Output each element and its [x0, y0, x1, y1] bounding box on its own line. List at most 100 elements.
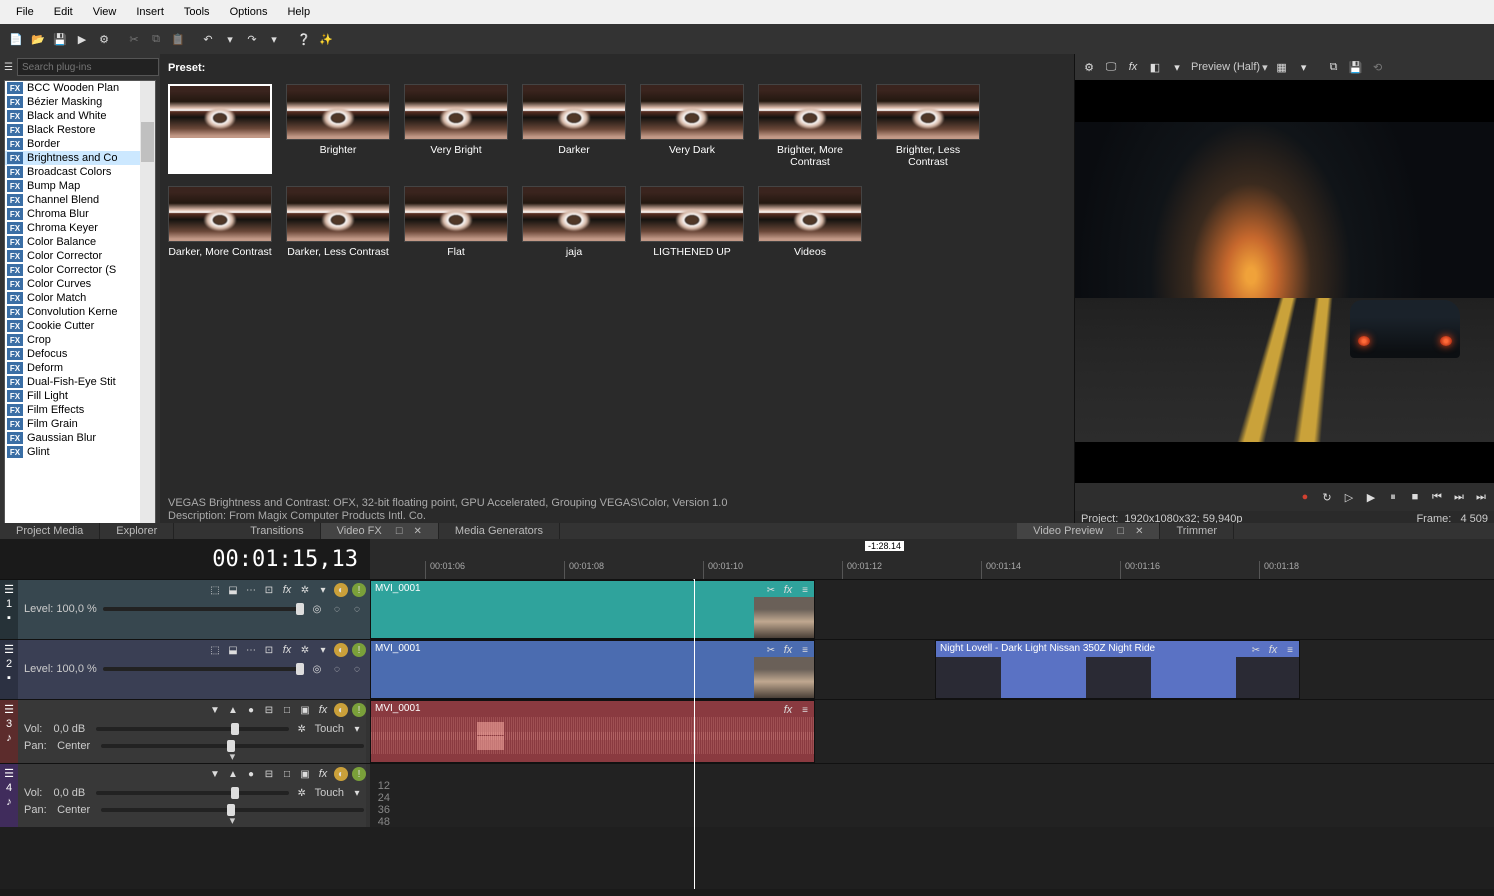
- fx-item[interactable]: FXFill Light: [5, 389, 140, 403]
- track-fx-icon[interactable]: fx: [280, 643, 294, 657]
- clip-fx-icon[interactable]: fx: [1266, 643, 1280, 657]
- mute-icon[interactable]: ◐: [334, 767, 348, 781]
- mute-icon[interactable]: ◐: [334, 583, 348, 597]
- pan-slider[interactable]: ▾: [101, 744, 364, 748]
- play-start-icon[interactable]: ▷: [1340, 488, 1358, 506]
- open-icon[interactable]: 📂: [28, 29, 48, 49]
- track-motion-icon[interactable]: ⊡: [262, 583, 276, 597]
- auto-gear-icon[interactable]: ✲: [295, 786, 309, 800]
- pan-crop-icon[interactable]: ✂: [1249, 643, 1263, 657]
- preset-item[interactable]: [168, 84, 272, 174]
- arm-record-icon[interactable]: ●: [244, 767, 258, 781]
- clip-mvi-0001-v2[interactable]: MVI_0001 ✂fx≡: [370, 640, 815, 699]
- fx-item[interactable]: FXDual-Fish-Eye Stit: [5, 375, 140, 389]
- track-2-body[interactable]: MVI_0001 ✂fx≡ Night Lovell - Dark Light …: [370, 640, 1494, 699]
- record-icon[interactable]: ●: [1296, 488, 1314, 506]
- fx-item[interactable]: FXBroadcast Colors: [5, 165, 140, 179]
- copy-icon[interactable]: ⧉: [146, 29, 166, 49]
- clip-menu-icon[interactable]: ≡: [798, 703, 812, 717]
- fx-item[interactable]: FXColor Curves: [5, 277, 140, 291]
- track-motion-icon[interactable]: ⊡: [262, 643, 276, 657]
- pause-icon[interactable]: ⏸: [1384, 488, 1402, 506]
- prev-icon[interactable]: ⏮: [1428, 488, 1446, 506]
- track-3-header[interactable]: ☰3♪ ▼ ▲ ● ⊟ □ ▣ fx ◐ ! Vol: 0,0 dB ✲: [0, 700, 370, 763]
- track-list-icon[interactable]: ☰: [4, 643, 14, 656]
- phase-icon[interactable]: ▲: [226, 767, 240, 781]
- arm-record-icon[interactable]: ●: [244, 703, 258, 717]
- clip-fx-icon[interactable]: fx: [781, 703, 795, 717]
- fx-item[interactable]: FXColor Balance: [5, 235, 140, 249]
- preset-item[interactable]: Brighter, Less Contrast: [876, 84, 980, 174]
- menu-options[interactable]: Options: [220, 2, 278, 22]
- preset-item[interactable]: Brighter: [286, 84, 390, 174]
- more-icon[interactable]: ⋯: [244, 583, 258, 597]
- vol-slider[interactable]: [96, 791, 288, 795]
- preset-item[interactable]: Very Bright: [404, 84, 508, 174]
- fx-item[interactable]: FXChannel Blend: [5, 193, 140, 207]
- preview-copy-icon[interactable]: ⧉: [1324, 57, 1344, 77]
- clip-menu-icon[interactable]: ≡: [798, 643, 812, 657]
- child-icon[interactable]: ◌: [350, 602, 364, 616]
- redo-icon[interactable]: ↷: [242, 29, 262, 49]
- preset-item[interactable]: Brighter, More Contrast: [758, 84, 862, 174]
- level-slider[interactable]: [103, 667, 304, 671]
- track-fx-icon[interactable]: fx: [316, 767, 330, 781]
- track-1-body[interactable]: MVI_0001 ✂fx≡: [370, 580, 1494, 639]
- fx-item[interactable]: FXBrightness and Co: [5, 151, 140, 165]
- preset-item[interactable]: jaja: [522, 186, 626, 272]
- input-icon[interactable]: ⊟: [262, 767, 276, 781]
- track-list-icon[interactable]: ☰: [4, 583, 14, 596]
- preview-split-icon[interactable]: ◧: [1145, 57, 1165, 77]
- fx-item[interactable]: FXColor Match: [5, 291, 140, 305]
- preset-item[interactable]: Darker, More Contrast: [168, 186, 272, 272]
- close-icon[interactable]: ✕: [414, 526, 422, 537]
- track-2-header[interactable]: ☰2▪ ⬚ ⬓ ⋯ ⊡ fx ✲▾ ◐ ! Level: 100,0 % ◎ ◌…: [0, 640, 370, 699]
- preview-grid-icon[interactable]: ▦: [1272, 57, 1292, 77]
- maximize-icon[interactable]: □: [396, 525, 403, 537]
- tab-trimmer[interactable]: Trimmer: [1160, 523, 1234, 539]
- fx-item[interactable]: FXConvolution Kerne: [5, 305, 140, 319]
- automation-icon[interactable]: ⬓: [226, 583, 240, 597]
- fx-item[interactable]: FXChroma Keyer: [5, 221, 140, 235]
- properties-icon[interactable]: ⚙: [94, 29, 114, 49]
- menu-tools[interactable]: Tools: [174, 2, 220, 22]
- clip-mvi-0001-v1[interactable]: MVI_0001 ✂fx≡: [370, 580, 815, 639]
- stop-icon[interactable]: ■: [1406, 488, 1424, 506]
- cut-icon[interactable]: ✂: [124, 29, 144, 49]
- solo-icon[interactable]: !: [352, 703, 366, 717]
- tab-video-preview[interactable]: Video Preview □ ✕: [1017, 523, 1160, 539]
- phase-icon[interactable]: ▲: [226, 703, 240, 717]
- input-icon[interactable]: ⊟: [262, 703, 276, 717]
- bypass-icon[interactable]: ⬚: [208, 643, 222, 657]
- automation-icon[interactable]: ⬓: [226, 643, 240, 657]
- fx-item[interactable]: FXBlack Restore: [5, 123, 140, 137]
- tab-explorer[interactable]: Explorer: [100, 523, 174, 539]
- preset-item[interactable]: Flat: [404, 186, 508, 272]
- clip-mvi-0001-a3[interactable]: MVI_0001 fx≡: [370, 700, 815, 763]
- fx-vscrollbar[interactable]: [140, 81, 155, 523]
- menu-view[interactable]: View: [83, 2, 127, 22]
- parent-icon[interactable]: ◌: [330, 602, 344, 616]
- preset-item[interactable]: Darker, Less Contrast: [286, 186, 390, 272]
- fx-item[interactable]: FXColor Corrector: [5, 249, 140, 263]
- fx-item[interactable]: FXBorder: [5, 137, 140, 151]
- clip-fx-icon[interactable]: fx: [781, 583, 795, 597]
- comp-mode-icon[interactable]: ◎: [310, 602, 324, 616]
- menu-help[interactable]: Help: [277, 2, 320, 22]
- preview-quality-dropdown[interactable]: Preview (Half)▾: [1189, 61, 1270, 74]
- end-icon[interactable]: ⏭: [1472, 488, 1490, 506]
- bypass-icon[interactable]: ⬚: [208, 583, 222, 597]
- track-list-icon[interactable]: ☰: [4, 703, 14, 716]
- level-slider[interactable]: [103, 607, 304, 611]
- solo-icon[interactable]: !: [352, 643, 366, 657]
- preview-ext-icon[interactable]: 🖵: [1101, 57, 1121, 77]
- mono-icon[interactable]: ▣: [298, 767, 312, 781]
- fx-item[interactable]: FXCrop: [5, 333, 140, 347]
- stereo-icon[interactable]: □: [280, 703, 294, 717]
- new-icon[interactable]: 📄: [6, 29, 26, 49]
- loop-icon[interactable]: ↻: [1318, 488, 1336, 506]
- pan-slider[interactable]: ▾: [101, 808, 364, 812]
- paste-icon[interactable]: 📋: [168, 29, 188, 49]
- preview-prop-icon[interactable]: ⚙: [1079, 57, 1099, 77]
- gear-icon[interactable]: ✲: [298, 583, 312, 597]
